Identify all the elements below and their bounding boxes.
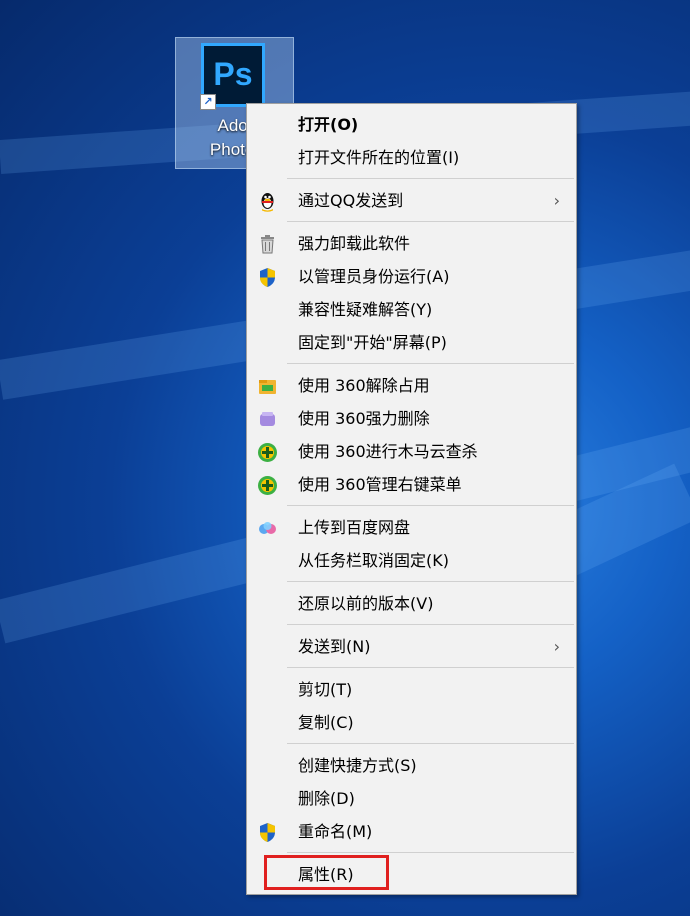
submenu-chevron-icon: › — [553, 191, 560, 210]
menu-item-label: 以管理员身份运行(A) — [298, 267, 450, 286]
menu-item-label: 使用 360解除占用 — [298, 376, 430, 395]
menu-item-360-force-delete[interactable]: 使用 360强力删除 — [247, 404, 576, 434]
menu-item-upload-baidu-netdisk[interactable]: 上传到百度网盘 — [247, 513, 576, 543]
menu-item-unpin-taskbar[interactable]: 从任务栏取消固定(K) — [247, 546, 576, 576]
menu-item-pin-to-start[interactable]: 固定到"开始"屏幕(P) — [247, 328, 576, 358]
menu-separator — [287, 221, 574, 222]
menu-item-cut[interactable]: 剪切(T) — [247, 675, 576, 705]
menu-separator — [287, 624, 574, 625]
menu-item-label: 强力卸载此软件 — [298, 234, 411, 253]
menu-item-label: 重命名(M) — [298, 822, 373, 841]
submenu-chevron-icon: › — [553, 637, 560, 656]
trash-bin-icon — [261, 235, 274, 254]
menu-item-label: 上传到百度网盘 — [298, 518, 411, 537]
menu-item-run-as-admin[interactable]: 以管理员身份运行(A) — [247, 262, 576, 292]
menu-item-open[interactable]: 打开(O) — [247, 110, 576, 140]
menu-item-label: 打开文件所在的位置(I) — [298, 148, 460, 167]
menu-item-force-uninstall[interactable]: 强力卸载此软件 — [247, 229, 576, 259]
menu-item-label: 使用 360进行木马云查杀 — [298, 442, 478, 461]
shortcut-arrow-icon: ↗ — [200, 94, 216, 110]
menu-item-compatibility-troubleshoot[interactable]: 兼容性疑难解答(Y) — [247, 295, 576, 325]
menu-item-label: 创建快捷方式(S) — [298, 756, 417, 775]
menu-item-label: 通过QQ发送到 — [298, 191, 404, 210]
menu-item-delete[interactable]: 删除(D) — [247, 784, 576, 814]
menu-item-restore-previous-versions[interactable]: 还原以前的版本(V) — [247, 589, 576, 619]
menu-item-create-shortcut[interactable]: 创建快捷方式(S) — [247, 751, 576, 781]
menu-item-label: 使用 360管理右键菜单 — [298, 475, 462, 494]
menu-item-360-unlock[interactable]: 使用 360解除占用 — [247, 371, 576, 401]
uac-shield-icon — [260, 268, 275, 287]
menu-item-label: 还原以前的版本(V) — [298, 594, 434, 613]
menu-item-open-file-location[interactable]: 打开文件所在的位置(I) — [247, 143, 576, 173]
menu-item-label: 发送到(N) — [298, 637, 371, 656]
menu-item-copy[interactable]: 复制(C) — [247, 708, 576, 738]
menu-item-rename[interactable]: 重命名(M) — [247, 817, 576, 847]
baidu-netdisk-icon — [259, 522, 276, 534]
menu-item-label: 删除(D) — [298, 789, 355, 808]
menu-item-label: 复制(C) — [298, 713, 354, 732]
menu-separator — [287, 852, 574, 853]
360-scan-icon — [258, 443, 277, 462]
uac-shield-icon — [260, 823, 275, 842]
qq-penguin-icon — [261, 193, 274, 212]
menu-item-label: 兼容性疑难解答(Y) — [298, 300, 433, 319]
menu-item-label: 使用 360强力删除 — [298, 409, 430, 428]
context-menu: 打开(O) 打开文件所在的位置(I) 通过QQ发送到 › 强力卸载此软件 以管理… — [246, 103, 577, 895]
menu-separator — [287, 363, 574, 364]
menu-separator — [287, 505, 574, 506]
menu-item-label: 打开(O) — [298, 115, 359, 134]
menu-item-label: 剪切(T) — [298, 680, 353, 699]
menu-separator — [287, 743, 574, 744]
menu-item-label: 固定到"开始"屏幕(P) — [298, 333, 447, 352]
360-shred-icon — [260, 412, 275, 426]
menu-separator — [287, 667, 574, 668]
360-menu-manager-icon — [258, 476, 277, 495]
menu-item-360-menu-manager[interactable]: 使用 360管理右键菜单 — [247, 470, 576, 500]
360-unlock-folder-icon — [259, 380, 276, 394]
menu-separator — [287, 178, 574, 179]
menu-item-360-trojan-scan[interactable]: 使用 360进行木马云查杀 — [247, 437, 576, 467]
menu-item-label: 从任务栏取消固定(K) — [298, 551, 449, 570]
menu-separator — [287, 581, 574, 582]
menu-item-send-to[interactable]: 发送到(N) › — [247, 632, 576, 662]
properties-highlight-box — [264, 855, 389, 890]
menu-item-send-via-qq[interactable]: 通过QQ发送到 › — [247, 186, 576, 216]
